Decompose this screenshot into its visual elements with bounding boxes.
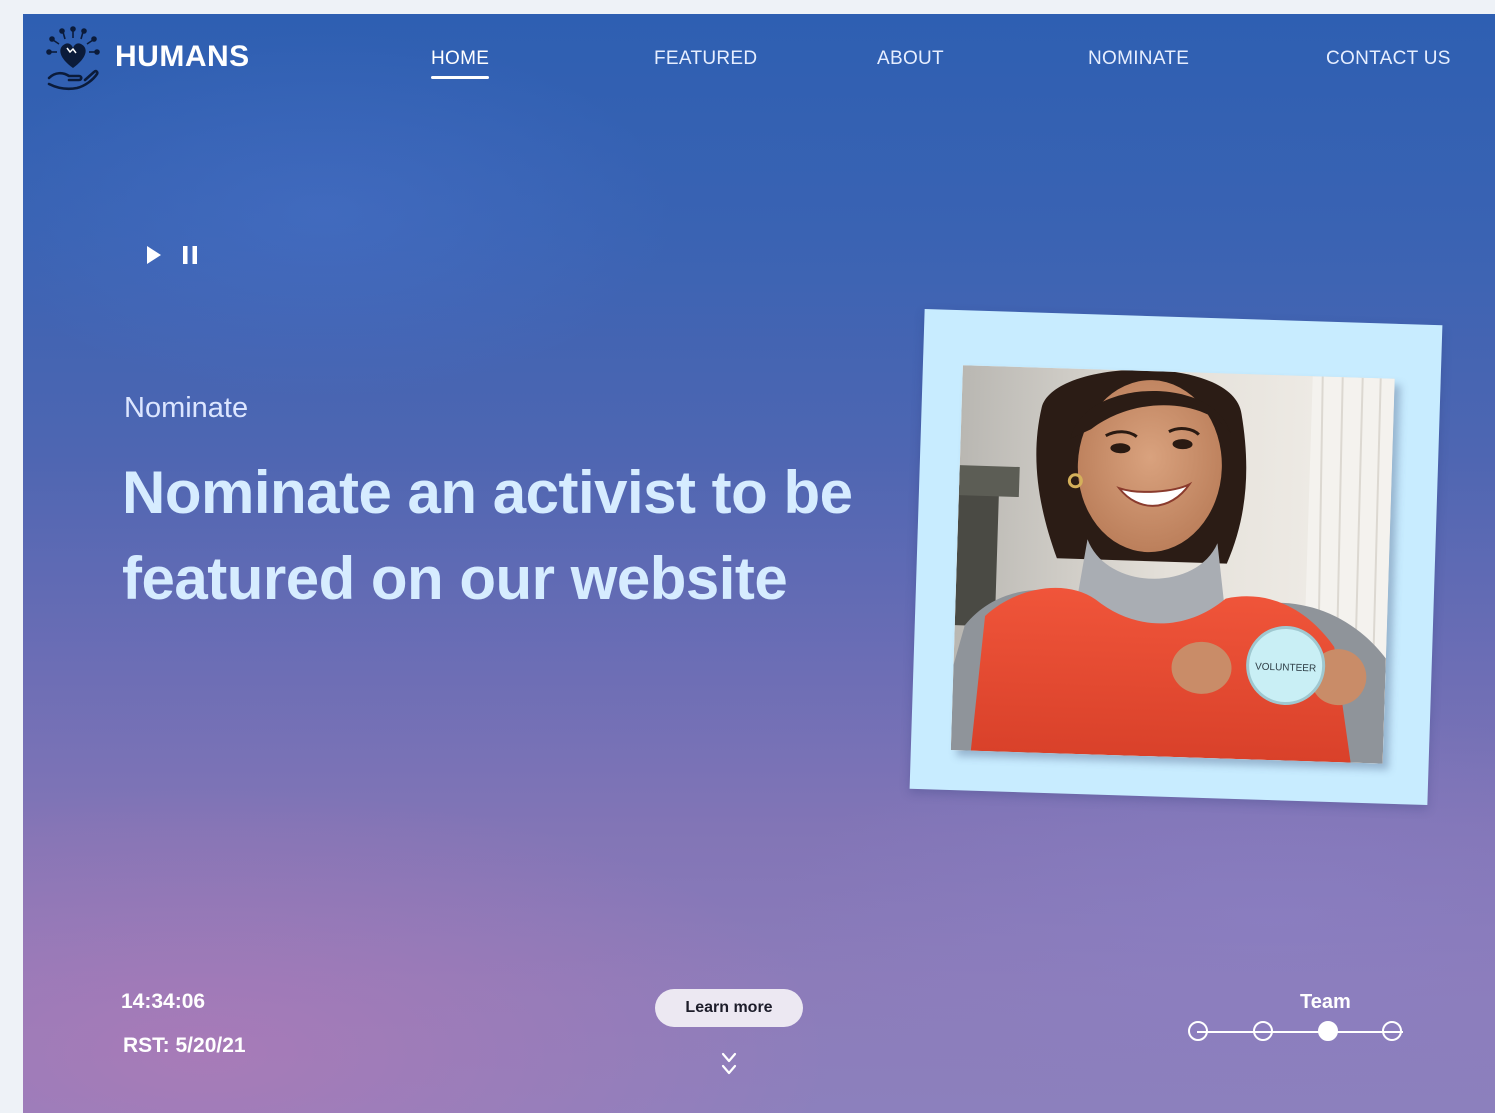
photo-badge-text: VOLUNTEER — [1255, 662, 1316, 675]
brand-name: HUMANS — [115, 40, 250, 73]
step-dot-2[interactable] — [1253, 1021, 1273, 1041]
scroll-down-button[interactable] — [717, 1050, 741, 1080]
nav-about[interactable]: ABOUT — [877, 48, 944, 70]
nav-nominate[interactable]: NOMINATE — [1088, 48, 1189, 70]
nav-nominate-label: NOMINATE — [1088, 48, 1190, 69]
hero-headline: Nominate an activist to be featured on o… — [122, 459, 853, 612]
heart-hand-logo-icon — [46, 26, 100, 91]
nav-contact-us-label: CONTACT US — [1326, 48, 1451, 69]
stepper-line — [1197, 1031, 1403, 1033]
step-dot-4[interactable] — [1382, 1021, 1402, 1041]
nav-home[interactable]: HOME — [431, 48, 490, 79]
nav-featured[interactable]: FEATURED — [654, 48, 757, 70]
nav-about-label: ABOUT — [877, 48, 944, 69]
hero-section: HUMANS HOME FEATURED ABOUT NOMINATE CONT… — [23, 14, 1495, 1113]
step-dot-1[interactable] — [1188, 1021, 1208, 1041]
section-stepper — [1185, 1019, 1415, 1047]
learn-more-button[interactable]: Learn more — [655, 989, 803, 1027]
clock-time: 14:34:06 — [121, 990, 206, 1013]
hero-eyebrow: Nominate — [124, 392, 249, 424]
chevrons-down-icon — [721, 1052, 737, 1075]
nav-featured-label: FEATURED — [654, 48, 758, 69]
play-button[interactable] — [143, 244, 165, 266]
featured-photo-frame: VOLUNTEER — [909, 308, 1443, 806]
play-icon — [147, 246, 161, 264]
pause-button[interactable] — [179, 244, 201, 266]
nav-home-label: HOME — [431, 48, 490, 69]
nav-active-indicator — [431, 76, 490, 79]
slideshow-controls — [143, 244, 201, 266]
volunteer-photo: VOLUNTEER — [950, 365, 1395, 764]
team-label: Team — [1300, 991, 1351, 1013]
step-dot-3[interactable] — [1318, 1021, 1338, 1041]
pause-icon — [183, 246, 197, 264]
nav-contact-us[interactable]: CONTACT US — [1326, 48, 1451, 70]
site-logo[interactable]: HUMANS — [45, 26, 250, 94]
rst-date: RST: 5/20/21 — [123, 1034, 246, 1057]
